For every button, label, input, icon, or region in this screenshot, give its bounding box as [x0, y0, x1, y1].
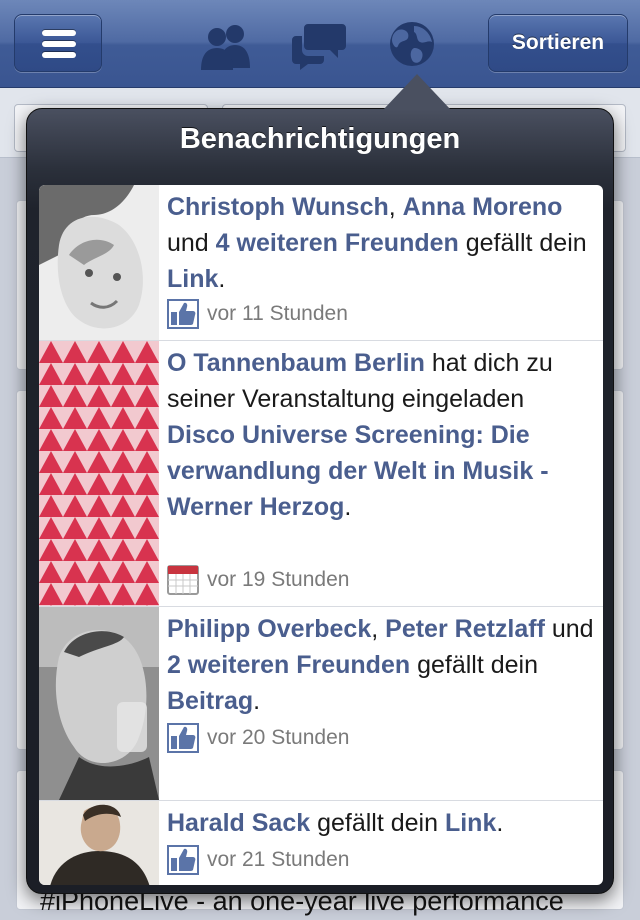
messages-icon[interactable]	[292, 18, 348, 72]
person-photo	[39, 801, 159, 885]
notification-text: Philipp Overbeck, Peter Retzlaff und 2 w…	[167, 611, 597, 719]
menu-button[interactable]	[14, 14, 102, 72]
globe-icon[interactable]	[384, 18, 440, 72]
menu-icon	[42, 30, 76, 58]
timestamp: vor 11 Stunden	[207, 302, 348, 325]
person-photo	[39, 607, 159, 800]
sort-button[interactable]: Sortieren	[488, 14, 628, 72]
others-link[interactable]: 4 weiteren Freunden	[216, 229, 459, 257]
event-link[interactable]: Disco Universe Screening: Die verwandlun…	[167, 421, 549, 521]
actor-link[interactable]: Christoph Wunsch	[167, 193, 389, 221]
notification-item[interactable]: Philipp Overbeck, Peter Retzlaff und 2 w…	[39, 607, 603, 801]
period: .	[344, 493, 352, 521]
friends-icon[interactable]	[198, 18, 254, 72]
popover-title: Benachrichtigungen	[179, 123, 461, 155]
timestamp: vor 19 Stunden	[207, 568, 350, 591]
like-icon	[167, 845, 199, 875]
top-navigation-bar: Sortieren	[0, 0, 640, 88]
like-icon	[167, 299, 199, 329]
action-text: gefällt dein	[410, 651, 538, 679]
person-photo	[39, 185, 159, 340]
calendar-icon	[167, 565, 199, 595]
actor-link[interactable]: O Tannenbaum Berlin	[167, 349, 425, 377]
notification-item[interactable]: O Tannenbaum Berlin hat dich zu seiner V…	[39, 341, 603, 607]
separator: ,	[388, 193, 403, 221]
notification-text: Harald Sack gefällt dein Link.	[167, 805, 597, 841]
action-text: gefällt dein	[458, 229, 587, 257]
action-text: gefällt dein	[310, 809, 445, 837]
connector-text: und	[544, 615, 594, 643]
actor-link[interactable]: Peter Retzlaff	[385, 615, 545, 643]
timestamp: vor 20 Stunden	[207, 726, 350, 749]
popover-arrow	[383, 74, 451, 110]
object-link[interactable]: Beitrag	[167, 687, 253, 715]
notification-item[interactable]: Christoph Wunsch, Anna Moreno und 4 weit…	[39, 185, 603, 341]
others-link[interactable]: 2 weiteren Freunden	[167, 651, 410, 679]
notification-text: O Tannenbaum Berlin hat dich zu seiner V…	[167, 345, 597, 525]
notifications-popover: Benachrichtigungen Christoph Wunsch, Ann…	[26, 74, 614, 894]
period: .	[253, 687, 261, 715]
object-link[interactable]: Link	[167, 265, 218, 293]
actor-link[interactable]: Philipp Overbeck	[167, 615, 371, 643]
actor-link[interactable]: Anna Moreno	[403, 193, 563, 221]
notification-item[interactable]: Harald Sack gefällt dein Link. vor 21 St…	[39, 801, 603, 885]
period: .	[496, 809, 504, 837]
like-icon	[167, 723, 199, 753]
event-pattern-image	[39, 341, 159, 606]
notification-text: Christoph Wunsch, Anna Moreno und 4 weit…	[167, 189, 597, 297]
connector-text: und	[167, 229, 216, 257]
object-link[interactable]: Link	[445, 809, 496, 837]
separator: ,	[371, 615, 386, 643]
actor-link[interactable]: Harald Sack	[167, 809, 310, 837]
timestamp: vor 21 Stunden	[207, 848, 350, 871]
notifications-list: Christoph Wunsch, Anna Moreno und 4 weit…	[39, 185, 603, 885]
period: .	[218, 265, 226, 293]
